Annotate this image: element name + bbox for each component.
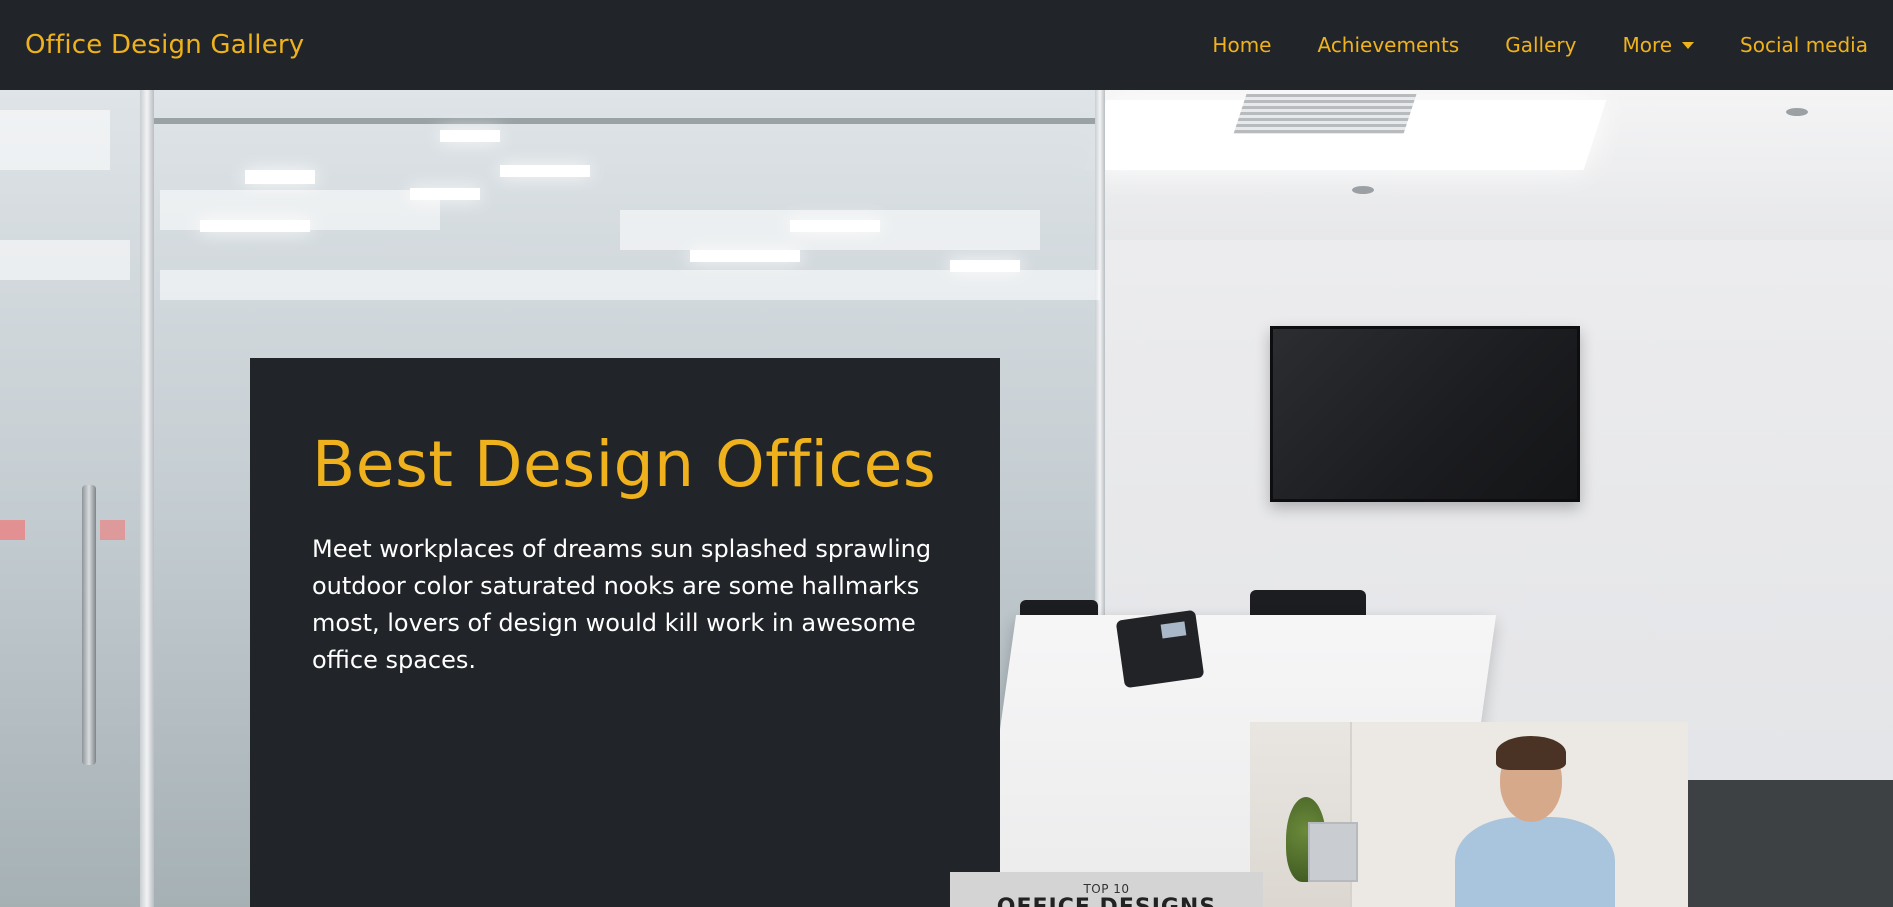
- ceiling-vent: [1233, 94, 1417, 134]
- wall-tv: [1270, 326, 1580, 502]
- photo-person-hair: [1496, 736, 1566, 770]
- brand-link[interactable]: Office Design Gallery: [25, 30, 304, 60]
- frosted-glass: [620, 210, 1040, 250]
- desk-phone: [1115, 609, 1205, 689]
- promo-small-text: TOP 10: [1083, 882, 1130, 896]
- hero-card: Best Design Offices Meet workplaces of d…: [250, 358, 1000, 907]
- nav-achievements[interactable]: Achievements: [1317, 33, 1459, 57]
- desk-phone-screen: [1160, 621, 1187, 639]
- glass-wall-rail: [140, 118, 1105, 124]
- photo-person-body: [1455, 817, 1615, 907]
- nav-links: Home Achievements Gallery More Social me…: [1166, 33, 1868, 57]
- promo-big-text: OFFICE DESIGNS: [950, 897, 1263, 907]
- navbar: Office Design Gallery Home Achievements …: [0, 0, 1893, 90]
- caret-down-icon: [1682, 41, 1695, 49]
- photo-monitor: [1308, 822, 1358, 882]
- nav-home[interactable]: Home: [1212, 33, 1271, 57]
- ceiling-spotlight: [1786, 108, 1808, 116]
- glass-frame: [140, 90, 154, 907]
- ceiling-light: [690, 250, 800, 262]
- door-handle: [82, 485, 96, 765]
- gallery-photo-man-working[interactable]: [1250, 722, 1688, 907]
- frosted-glass: [160, 270, 1100, 300]
- ceiling-light: [500, 165, 590, 177]
- glass-decal-strip: [0, 520, 250, 540]
- hero-description: Meet workplaces of dreams sun splashed s…: [312, 534, 932, 675]
- ceiling-spotlight: [1352, 186, 1374, 194]
- top10-promo-card[interactable]: TOP 10 OFFICE DESIGNS: [950, 872, 1263, 907]
- hero-title: Best Design Offices: [312, 428, 937, 501]
- ceiling-light: [245, 170, 315, 184]
- frosted-glass: [160, 190, 440, 230]
- nav-gallery[interactable]: Gallery: [1505, 33, 1576, 57]
- nav-more-label: More: [1622, 33, 1673, 57]
- nav-social-media[interactable]: Social media: [1740, 33, 1868, 57]
- ceiling-light: [440, 130, 500, 142]
- frosted-glass: [0, 240, 130, 280]
- frosted-glass: [0, 110, 110, 170]
- nav-more-dropdown[interactable]: More: [1622, 33, 1695, 57]
